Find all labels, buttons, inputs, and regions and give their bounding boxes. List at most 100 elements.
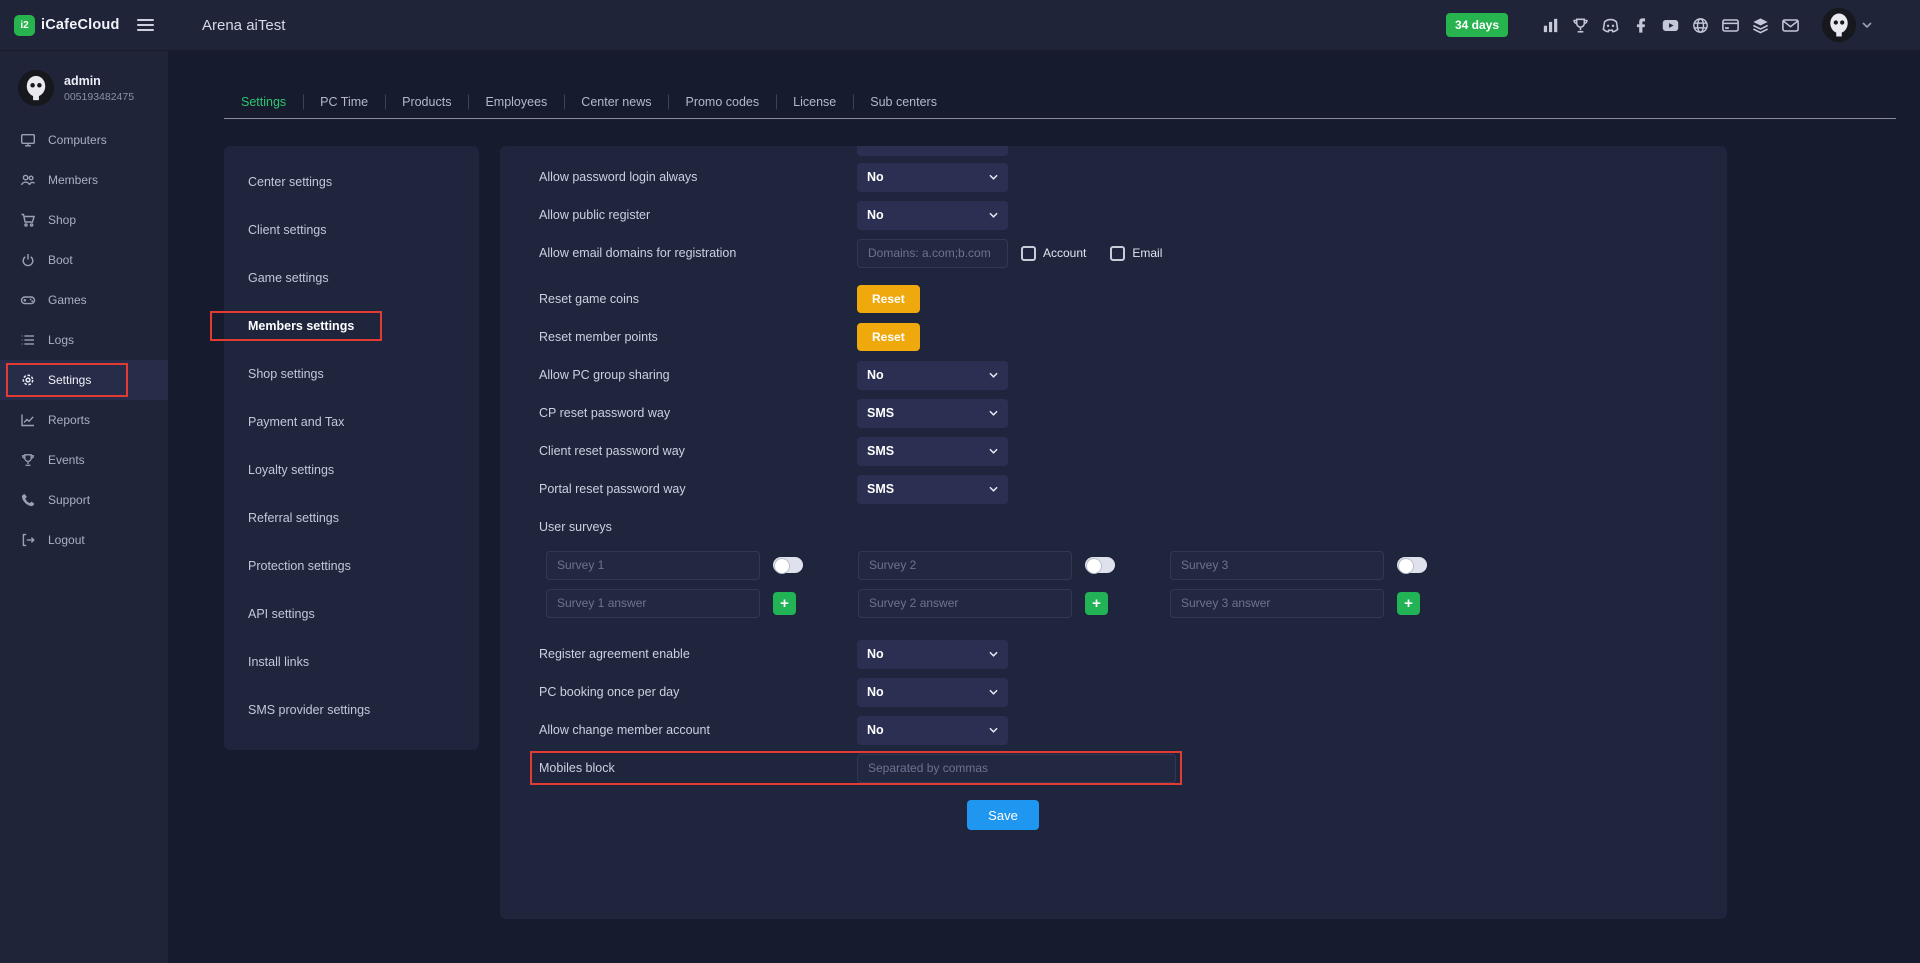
sidebar-item-games[interactable]: Games [0, 280, 168, 320]
nav-sms-provider-settings[interactable]: SMS provider settings [224, 686, 479, 734]
survey-3-input[interactable] [1170, 551, 1384, 580]
sidebar-item-shop[interactable]: Shop [0, 200, 168, 240]
survey-2-add-button[interactable]: + [1085, 592, 1108, 615]
sidebar-item-computers[interactable]: Computers [0, 120, 168, 160]
email-checkbox[interactable] [1110, 246, 1125, 261]
nav-members-settings[interactable]: Members settings [224, 302, 479, 350]
pc-group-sharing-select[interactable]: No [857, 361, 1008, 390]
tab-promo-codes[interactable]: Promo codes [668, 95, 776, 109]
survey-2-input[interactable] [858, 551, 1072, 580]
allow-public-register-select[interactable]: No [857, 201, 1008, 230]
sidebar-item-events[interactable]: Events [0, 440, 168, 480]
chart-icon[interactable] [1541, 16, 1560, 35]
survey-3-toggle[interactable] [1397, 557, 1427, 573]
field-label: Reset game coins [539, 292, 857, 306]
allow-change-member-account-select[interactable]: No [857, 716, 1008, 745]
survey-2-toggle[interactable] [1085, 557, 1115, 573]
nav-client-settings[interactable]: Client settings [224, 206, 479, 254]
mobiles-block-input[interactable] [857, 754, 1176, 783]
app-logo: i2 iCafeCloud [14, 15, 120, 36]
sidebar-item-settings[interactable]: Settings [0, 360, 168, 400]
clipped-form-row [539, 146, 1688, 158]
pc-booking-select[interactable]: No [857, 678, 1008, 707]
email-domains-input[interactable] [857, 239, 1008, 268]
nav-install-links[interactable]: Install links [224, 638, 479, 686]
select-value: No [867, 723, 884, 737]
survey-1-answer-column: + [546, 589, 858, 618]
sidebar-item-members[interactable]: Members [0, 160, 168, 200]
field-label: Allow PC group sharing [539, 368, 857, 382]
trophy-icon [20, 452, 36, 468]
survey-2-answer-input[interactable] [858, 589, 1072, 618]
register-agreement-select[interactable]: No [857, 640, 1008, 669]
field-label: CP reset password way [539, 406, 857, 420]
user-avatar[interactable] [1822, 8, 1856, 42]
survey-1-add-button[interactable]: + [773, 592, 796, 615]
nav-payment-and-tax[interactable]: Payment and Tax [224, 398, 479, 446]
survey-1-input[interactable] [546, 551, 760, 580]
user-name: admin [64, 74, 134, 88]
nav-referral-settings[interactable]: Referral settings [224, 494, 479, 542]
tab-center-news[interactable]: Center news [564, 95, 668, 109]
save-button[interactable]: Save [967, 800, 1039, 830]
sidebar-item-logout[interactable]: Logout [0, 520, 168, 560]
mobiles-block-row: Mobiles block [539, 749, 1688, 787]
chevron-down-icon [989, 174, 998, 180]
nav-protection-settings[interactable]: Protection settings [224, 542, 479, 590]
select-value: No [867, 368, 884, 382]
discord-icon[interactable] [1601, 16, 1620, 35]
card-icon[interactable] [1721, 16, 1740, 35]
client-reset-password-select[interactable]: SMS [857, 437, 1008, 466]
tab-employees[interactable]: Employees [468, 95, 564, 109]
page-title: Arena aiTest [202, 17, 285, 34]
main-content: Settings PC Time Products Employees Cent… [168, 51, 1920, 963]
survey-1-toggle[interactable] [773, 557, 803, 573]
tab-sub-centers[interactable]: Sub centers [853, 95, 954, 109]
survey-3-column [1170, 551, 1482, 580]
gear-icon [20, 372, 36, 388]
allow-password-login-select[interactable]: No [857, 163, 1008, 192]
chevron-down-icon [1862, 22, 1872, 28]
license-days-badge[interactable]: 34 days [1446, 13, 1508, 37]
sidebar-item-label: Shop [48, 213, 76, 227]
tab-license[interactable]: License [776, 95, 853, 109]
chevron-down-icon [989, 486, 998, 492]
nav-api-settings[interactable]: API settings [224, 590, 479, 638]
youtube-icon[interactable] [1661, 16, 1680, 35]
globe-icon[interactable] [1691, 16, 1710, 35]
survey-1-answer-input[interactable] [546, 589, 760, 618]
menu-toggle-icon[interactable] [137, 19, 154, 31]
account-checkbox[interactable] [1021, 246, 1036, 261]
form-row: Reset member points Reset [539, 318, 1688, 356]
user-menu[interactable] [1822, 8, 1872, 42]
list-icon [20, 332, 36, 348]
survey-3-answer-input[interactable] [1170, 589, 1384, 618]
nav-shop-settings[interactable]: Shop settings [224, 350, 479, 398]
field-label: Allow change member account [539, 723, 857, 737]
nav-game-settings[interactable]: Game settings [224, 254, 479, 302]
survey-3-add-button[interactable]: + [1397, 592, 1420, 615]
nav-center-settings[interactable]: Center settings [224, 158, 479, 206]
reset-game-coins-button[interactable]: Reset [857, 285, 920, 313]
clipped-select[interactable] [857, 146, 1008, 156]
sidebar-item-label: Logs [48, 333, 74, 347]
sidebar-item-boot[interactable]: Boot [0, 240, 168, 280]
sidebar-item-support[interactable]: Support [0, 480, 168, 520]
tab-products[interactable]: Products [385, 95, 468, 109]
tab-settings[interactable]: Settings [224, 95, 303, 109]
facebook-icon[interactable] [1631, 16, 1650, 35]
nav-loyalty-settings[interactable]: Loyalty settings [224, 446, 479, 494]
field-label: Reset member points [539, 330, 857, 344]
portal-reset-password-select[interactable]: SMS [857, 475, 1008, 504]
sidebar-item-logs[interactable]: Logs [0, 320, 168, 360]
trophy-icon[interactable] [1571, 16, 1590, 35]
reset-member-points-button[interactable]: Reset [857, 323, 920, 351]
layers-icon[interactable] [1751, 16, 1770, 35]
cp-reset-password-select[interactable]: SMS [857, 399, 1008, 428]
tab-pc-time[interactable]: PC Time [303, 95, 385, 109]
sidebar-item-reports[interactable]: Reports [0, 400, 168, 440]
field-label: PC booking once per day [539, 685, 857, 699]
form-row: Allow password login always No [539, 158, 1688, 196]
field-label: Allow public register [539, 208, 857, 222]
mail-icon[interactable] [1781, 16, 1800, 35]
